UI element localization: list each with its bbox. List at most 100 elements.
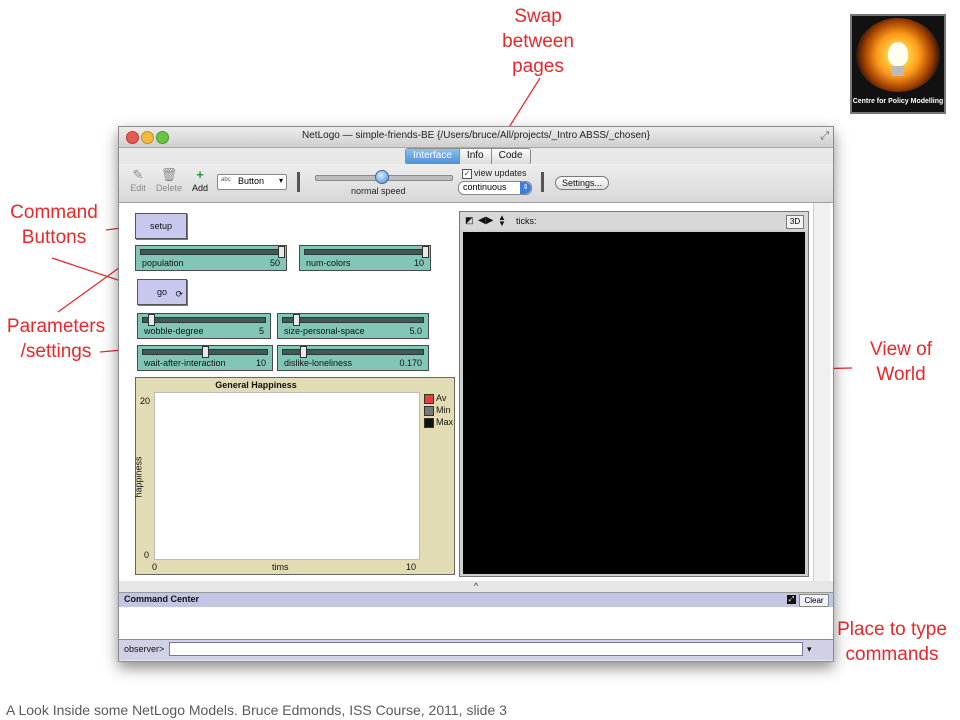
slider-value: 50 bbox=[269, 258, 280, 268]
slider-value: 5 bbox=[258, 326, 264, 336]
add-label: Add bbox=[191, 183, 208, 193]
view-horizontal-arrows-icon[interactable]: ◀▶ bbox=[478, 215, 493, 226]
view-3d-button[interactable]: 3D bbox=[786, 215, 804, 229]
logo-text: Centre for Policy Modelling bbox=[852, 98, 944, 105]
caret-up-icon: ^ bbox=[473, 581, 479, 591]
tab-interface[interactable]: Interface bbox=[406, 149, 460, 164]
fullscreen-icon[interactable]: ⤢ bbox=[820, 130, 829, 143]
slider-name: num-colors bbox=[306, 258, 351, 268]
legend-swatch-min bbox=[424, 406, 434, 416]
legend-label-max: Max bbox=[436, 417, 454, 427]
command-center-output bbox=[119, 607, 833, 639]
view-control-bar: ◩ ◀▶ ▲ ▼ ticks: 3D bbox=[460, 212, 808, 230]
widget-prefix: abc bbox=[221, 177, 231, 183]
lightbulb-base bbox=[892, 66, 904, 76]
command-center-header: Command Center ⤢ Clear bbox=[119, 592, 833, 607]
toolbar: ✎ Edit 🗑 Delete + Add abc Button ▾ norma… bbox=[119, 164, 833, 203]
plot-xlabel: tims bbox=[272, 562, 289, 572]
page-tabs: Interface Info Code bbox=[405, 148, 531, 165]
update-mode-select[interactable]: continuous ⇕ bbox=[458, 181, 532, 195]
view-updates-checkbox[interactable]: ✓ bbox=[462, 169, 472, 179]
slider-knob[interactable] bbox=[148, 314, 155, 326]
slider-track bbox=[142, 317, 266, 323]
add-button[interactable]: + Add bbox=[189, 167, 211, 193]
slider-knob[interactable] bbox=[278, 246, 285, 258]
delete-button[interactable]: 🗑 Delete bbox=[155, 167, 183, 193]
settings-button[interactable]: Settings... bbox=[555, 176, 609, 190]
world-view: ◩ ◀▶ ▲ ▼ ticks: 3D bbox=[459, 211, 809, 577]
vertical-scrollbar[interactable] bbox=[813, 203, 830, 581]
interface-tab-content: setup population 50 num-colors 10 go ⟳ w… bbox=[119, 203, 833, 581]
cpm-logo: Centre for Policy Modelling bbox=[852, 16, 944, 112]
command-input-row: observer> ▾ bbox=[119, 639, 833, 660]
ticks-label: ticks: bbox=[516, 216, 537, 226]
trash-icon: 🗑 bbox=[160, 167, 178, 182]
slider-size-personal-space[interactable]: size-personal-space 5.0 bbox=[277, 313, 429, 339]
slider-track bbox=[282, 317, 424, 323]
slider-wait-after-interaction[interactable]: wait-after-interaction 10 bbox=[137, 345, 273, 371]
slider-value: 0.170 bbox=[399, 358, 422, 368]
clear-button[interactable]: Clear bbox=[799, 594, 829, 607]
tab-info[interactable]: Info bbox=[459, 149, 492, 164]
command-input[interactable] bbox=[169, 642, 803, 656]
slider-value: 10 bbox=[413, 258, 424, 268]
plot-area bbox=[154, 392, 420, 560]
slider-value: 10 bbox=[255, 358, 266, 368]
observer-prompt: observer> bbox=[124, 644, 165, 654]
plot-xmax: 10 bbox=[406, 562, 417, 572]
slider-num-colors[interactable]: num-colors 10 bbox=[299, 245, 431, 271]
slider-name: dislike-loneliness bbox=[284, 358, 353, 368]
chevron-down-icon: ▾ bbox=[278, 176, 283, 185]
general-happiness-plot[interactable]: General Happiness 20 0 0 10 tims happine… bbox=[133, 377, 455, 575]
netlogo-window: NetLogo — simple-friends-BE {/Users/bruc… bbox=[118, 126, 834, 662]
slider-knob[interactable] bbox=[293, 314, 300, 326]
update-mode-value: continuous bbox=[463, 182, 507, 192]
widget-type-value: Button bbox=[238, 176, 265, 186]
plot-ymax: 20 bbox=[140, 396, 151, 406]
forever-icon: ⟳ bbox=[175, 289, 183, 299]
legend-label-min: Min bbox=[436, 405, 451, 415]
setup-label: setup bbox=[149, 221, 173, 231]
slider-wobble-degree[interactable]: wobble-degree 5 bbox=[137, 313, 271, 339]
command-center-title: Command Center bbox=[124, 594, 200, 604]
slider-name: wobble-degree bbox=[144, 326, 204, 336]
go-button[interactable]: go ⟳ bbox=[137, 279, 187, 305]
slider-track bbox=[140, 249, 282, 255]
slider-track bbox=[304, 249, 426, 255]
title-bar: NetLogo — simple-friends-BE {/Users/bruc… bbox=[119, 127, 833, 148]
slider-knob[interactable] bbox=[300, 346, 307, 358]
world-canvas[interactable] bbox=[463, 232, 805, 574]
plot-ylabel: happiness bbox=[133, 456, 144, 498]
expand-icon[interactable]: ⤢ bbox=[787, 595, 796, 604]
setup-button[interactable]: setup bbox=[135, 213, 187, 239]
slider-value: 5.0 bbox=[409, 326, 422, 336]
edit-button[interactable]: ✎ Edit bbox=[127, 167, 149, 193]
edit-label: Edit bbox=[130, 183, 146, 193]
speed-slider-knob[interactable] bbox=[375, 170, 389, 184]
window-title: NetLogo — simple-friends-BE {/Users/bruc… bbox=[302, 130, 650, 141]
slider-name: population bbox=[142, 258, 184, 268]
legend-swatch-max bbox=[424, 418, 434, 428]
history-dropdown-icon[interactable]: ▾ bbox=[807, 644, 812, 655]
delete-label: Delete bbox=[155, 183, 182, 193]
go-label: go bbox=[156, 287, 167, 297]
toolbar-separator bbox=[297, 172, 300, 192]
widget-type-select[interactable]: abc Button ▾ bbox=[217, 174, 287, 190]
slider-knob[interactable] bbox=[422, 246, 429, 258]
tab-code[interactable]: Code bbox=[491, 149, 530, 164]
slider-population[interactable]: population 50 bbox=[135, 245, 287, 271]
slider-name: size-personal-space bbox=[284, 326, 365, 336]
slider-knob[interactable] bbox=[202, 346, 209, 358]
pane-splitter[interactable]: ^ bbox=[119, 581, 833, 591]
speed-label: normal speed bbox=[351, 186, 406, 196]
slider-name: wait-after-interaction bbox=[144, 358, 226, 368]
legend-label-av: Av bbox=[436, 393, 447, 403]
pencil-icon: ✎ bbox=[132, 167, 144, 182]
slide-footer: A Look Inside some NetLogo Models. Bruce… bbox=[6, 702, 507, 718]
plot-xmin: 0 bbox=[152, 562, 158, 572]
slider-dislike-loneliness[interactable]: dislike-loneliness 0.170 bbox=[277, 345, 429, 371]
view-vertical-arrows-icon[interactable]: ▲ ▼ bbox=[498, 214, 506, 228]
view-reset-icon[interactable]: ◩ bbox=[465, 215, 474, 226]
view-updates-label: view updates bbox=[474, 168, 527, 178]
plus-icon: + bbox=[196, 167, 204, 182]
